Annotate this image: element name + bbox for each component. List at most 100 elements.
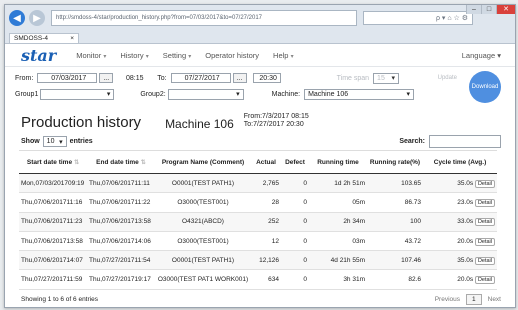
cell-value: 23.0s	[457, 198, 474, 206]
detail-button[interactable]: Detail	[474, 276, 495, 285]
sort-icon: ⇅	[74, 159, 80, 166]
table-cell: 23.0s Detail	[423, 192, 497, 213]
machine-title: Machine 106	[165, 117, 234, 131]
address-bar[interactable]: http://smdoss-4/star/production_history.…	[51, 10, 357, 26]
to-date-picker-button[interactable]: ...	[232, 73, 247, 83]
menu-monitor[interactable]: Monitor ▾	[76, 51, 106, 60]
menu-operator-history[interactable]: Operator history	[205, 51, 259, 60]
table-row: Thu,07/06/201713:58 Thu,07/06/201714:06 O3…	[19, 231, 497, 252]
browser-search[interactable]: ρ ▾ ⌂ ☆ ⚙	[363, 11, 473, 25]
cell-value: 86.73	[404, 198, 421, 206]
col-running-time[interactable]: Running time	[309, 150, 367, 174]
cell-value: 0	[303, 198, 307, 206]
cell-value: Thu,07/06/201714:06	[89, 237, 151, 245]
table-row: Thu,07/27/201711:59 Thu,07/27/201719:17 O3…	[19, 269, 497, 290]
group2-select[interactable]: ▾	[167, 88, 244, 100]
table-cell: 1d 2h 51m	[309, 173, 367, 194]
group1-label: Group1	[15, 90, 39, 98]
table-cell: 2h 34m	[309, 212, 367, 232]
col-defect[interactable]: Defect	[281, 150, 309, 174]
detail-button[interactable]: Detail	[474, 256, 495, 265]
menu-setting[interactable]: Setting ▾	[163, 51, 191, 60]
update-button[interactable]: Update	[438, 75, 457, 81]
page-size-select[interactable]: 10 ▾	[42, 136, 67, 147]
table-cell: 86.73	[367, 192, 423, 213]
col-cycle-time[interactable]: Cycle time (Avg.)	[423, 150, 497, 174]
table-cell: 43.72	[367, 231, 423, 252]
to-time-input[interactable]: 20:30	[252, 73, 281, 83]
next-button[interactable]: Next	[488, 296, 501, 303]
language-menu[interactable]: Language ▾	[462, 51, 501, 60]
column-header: Program Name (Comment)	[161, 158, 245, 166]
browser-toolbar: ◀ ▶ http://smdoss-4/star/production_hist…	[5, 5, 515, 31]
table-cell: Thu,07/27/201719:17	[87, 269, 155, 290]
table-cell: Thu,07/06/201711:23	[19, 212, 87, 232]
detail-button[interactable]: Detail	[474, 179, 495, 188]
from-time-input[interactable]: 08:15	[119, 73, 148, 83]
show-label: Show	[21, 138, 40, 145]
column-header: End date time	[96, 158, 139, 166]
forward-button[interactable]: ▶	[29, 10, 45, 26]
menu-history[interactable]: History ▾	[120, 51, 148, 60]
table-cell: O0001(TEST PATH1)	[155, 173, 251, 194]
table-cell: Thu,07/06/201714:06	[87, 231, 155, 252]
caret-down-icon: ▾	[290, 53, 294, 60]
cell-value: Thu,07/27/201719:17	[89, 276, 151, 284]
col-program[interactable]: Program Name (Comment)	[155, 150, 251, 174]
title-area: Production history Machine 106 From:7/3/…	[5, 103, 515, 131]
download-button[interactable]: Download	[469, 71, 501, 103]
back-button[interactable]: ◀	[9, 10, 25, 26]
table-cell: 0	[281, 269, 309, 290]
table-cell: 0	[281, 173, 309, 194]
col-running-rate[interactable]: Running rate(%)	[367, 150, 423, 174]
time-span-select[interactable]: 15 ▾	[373, 72, 400, 84]
browser-tab[interactable]: SMDOSS-4 ×	[9, 33, 79, 43]
table-cell: 05m	[309, 192, 367, 213]
detail-button[interactable]: Detail	[474, 198, 495, 207]
menu-help[interactable]: Help ▾	[273, 51, 294, 60]
cell-value: O0001(TEST PATH1)	[171, 179, 235, 187]
table-search-input[interactable]	[429, 135, 501, 148]
from-date-input[interactable]: 07/03/2017	[37, 73, 98, 83]
caret-down-icon: ▾	[103, 53, 107, 60]
cell-value: 28	[271, 198, 279, 206]
table-cell: Thu,07/27/201711:54	[87, 250, 155, 271]
table-header-row: Start date time ⇅ End date time ⇅ Program …	[19, 150, 497, 174]
close-window-button[interactable]: ✕	[496, 5, 515, 14]
machine-select[interactable]: Machine 106 ▾	[304, 88, 415, 100]
table-cell: 0	[281, 231, 309, 252]
machine-value: Machine 106	[308, 90, 349, 98]
maximize-button[interactable]: □	[481, 5, 496, 14]
cell-value: 100	[410, 218, 421, 226]
cell-value: 634	[268, 276, 279, 284]
group1-select[interactable]: ▾	[40, 88, 115, 100]
to-date-input[interactable]: 07/27/2017	[170, 73, 231, 83]
col-actual[interactable]: Actual	[251, 150, 281, 174]
table-cell: O0001(TEST PATH1)	[155, 250, 251, 271]
table-cell: 4d 21h 55m	[309, 250, 367, 271]
cell-value: 20.0s	[457, 276, 474, 284]
page-button[interactable]: 1	[466, 293, 482, 305]
cell-value: 0	[303, 276, 307, 284]
tab-close-icon[interactable]: ×	[70, 35, 74, 42]
sort-icon: ⇅	[140, 159, 146, 166]
cell-value: 43.72	[404, 237, 421, 245]
previous-button[interactable]: Previous	[435, 296, 460, 303]
table-cell: 35.0s Detail	[423, 173, 497, 194]
detail-button[interactable]: Detail	[474, 237, 495, 246]
table-cell: Thu,07/06/201713:58	[19, 231, 87, 252]
range-from: From:7/3/2017 08:15	[243, 113, 309, 120]
column-header: Start date time	[26, 158, 73, 166]
detail-button[interactable]: Detail	[474, 218, 495, 227]
col-end-date[interactable]: End date time ⇅	[87, 150, 155, 174]
chevron-down-icon: ▾	[391, 75, 396, 82]
from-date-picker-button[interactable]: ...	[99, 73, 114, 83]
table-cell: 3h 31m	[309, 269, 367, 290]
cell-value: Thu,07/06/201711:23	[21, 218, 83, 226]
table-cell: 82.6	[367, 269, 423, 290]
cell-value: O4321(ABCD)	[182, 218, 224, 226]
cell-value: 0	[303, 237, 307, 245]
caret-down-icon: ▾	[497, 50, 501, 60]
col-start-date[interactable]: Start date time ⇅	[19, 150, 87, 174]
minimize-button[interactable]: –	[466, 5, 481, 14]
